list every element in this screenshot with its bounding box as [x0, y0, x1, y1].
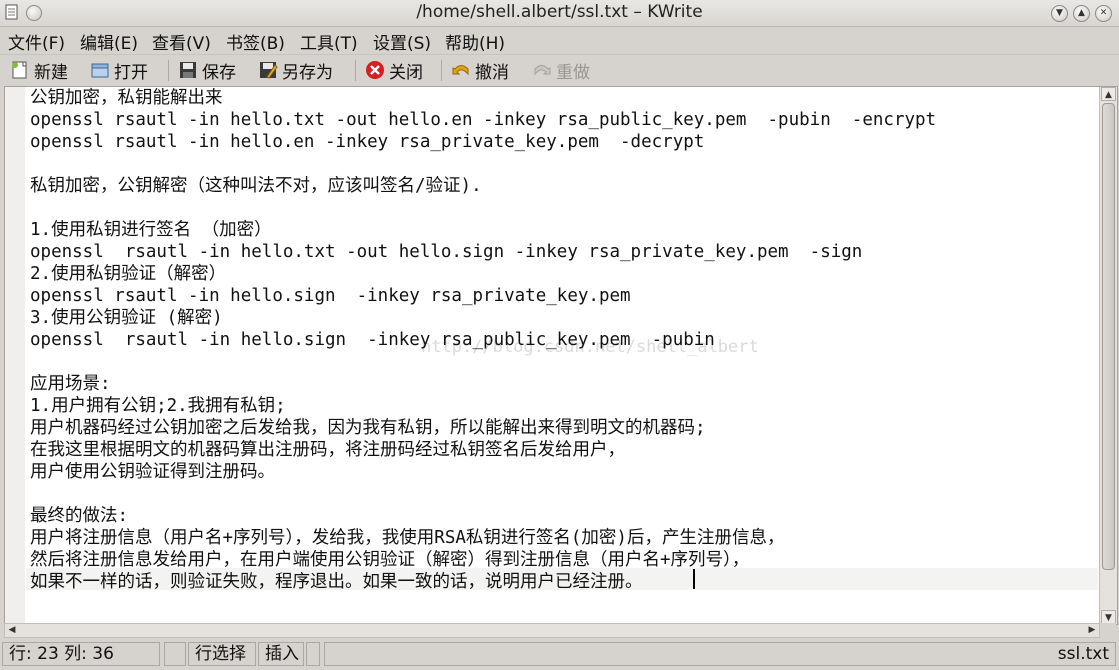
- status-bar: 行: 23 列: 36 行选择 插入 ssl.txt: [0, 640, 1119, 670]
- save-as-icon: [260, 62, 278, 79]
- redo-icon: [534, 65, 551, 76]
- toolbar-separator: [355, 60, 356, 81]
- cursor-position: 行: 23 列: 36: [2, 642, 160, 666]
- text-caret: [693, 569, 695, 589]
- window-title: /home/shell.albert/ssl.txt – KWrite: [416, 2, 703, 22]
- open-folder-icon: [91, 63, 109, 78]
- scroll-right-arrow-icon[interactable]: ▶: [1085, 624, 1099, 637]
- insert-mode[interactable]: 插入: [258, 642, 304, 666]
- menu-view[interactable]: 查看(V): [152, 29, 211, 54]
- text-line[interactable]: openssl rsautl -in hello.sign -inkey rsa…: [30, 329, 715, 351]
- minimize-button[interactable]: ▼: [1051, 5, 1068, 22]
- menu-help[interactable]: 帮助(H): [445, 29, 505, 54]
- save-button[interactable]: 保存: [178, 58, 236, 83]
- maximize-button[interactable]: ▲: [1073, 5, 1090, 22]
- redo-button[interactable]: 重做: [532, 58, 590, 83]
- text-line[interactable]: openssl rsautl -in hello.txt -out hello.…: [30, 241, 862, 263]
- menu-settings[interactable]: 设置(S): [373, 29, 431, 54]
- text-line[interactable]: openssl rsautl -in hello.en -inkey rsa_p…: [30, 131, 704, 153]
- menu-tools[interactable]: 工具(T): [300, 29, 358, 54]
- close-button[interactable]: 关闭: [365, 58, 423, 83]
- text-line[interactable]: 1.使用私钥进行签名 （加密）: [30, 219, 272, 241]
- scroll-left-arrow-icon[interactable]: ◀: [5, 624, 19, 637]
- close-icon: [366, 61, 384, 79]
- toolbar-separator: [441, 60, 442, 81]
- text-line[interactable]: 用户使用公钥验证得到注册码。: [30, 461, 275, 483]
- text-line[interactable]: 在我这里根据明文的机器码算出注册码，将注册码经过私钥签名后发给用户，: [30, 439, 625, 461]
- undo-label: 撤消: [475, 62, 509, 83]
- text-line[interactable]: 公钥加密，私钥能解出来: [30, 87, 223, 109]
- scroll-up-arrow-icon[interactable]: ▲: [1101, 87, 1116, 101]
- open-label: 打开: [114, 62, 148, 83]
- text-line[interactable]: 用户机器码经过公钥加密之后发给我，因为我有私钥，所以能解出来得到明文的机器码;: [30, 417, 706, 439]
- text-line[interactable]: 1.用户拥有公钥;2.我拥有私钥;: [30, 395, 286, 417]
- redo-label: 重做: [556, 62, 590, 83]
- menu-edit[interactable]: 编辑(E): [80, 29, 138, 54]
- save-as-button[interactable]: 另存为: [258, 58, 333, 83]
- text-line[interactable]: 然后将注册信息发给用户，在用户端使用公钥验证（解密）得到注册信息（用户名+序列号…: [30, 549, 749, 571]
- text-line[interactable]: 2.使用私钥验证（解密）: [30, 263, 226, 285]
- text-line[interactable]: 3.使用公钥验证 (解密): [30, 307, 223, 329]
- title-bar[interactable]: /home/shell.albert/ssl.txt – KWrite ▼ ▲ …: [0, 0, 1119, 27]
- text-line[interactable]: 应用场景:: [30, 373, 111, 395]
- horizontal-scrollbar[interactable]: ◀ ▶: [4, 623, 1100, 638]
- vertical-scroll-thumb[interactable]: [1102, 103, 1115, 570]
- editor-frame: http://blog.csdn.net/shell_albert 公钥加密，私…: [4, 86, 1118, 625]
- save-as-label: 另存为: [282, 62, 333, 83]
- undo-icon: [452, 65, 469, 76]
- vertical-scrollbar[interactable]: ▲ ▼: [1099, 87, 1117, 624]
- close-window-button[interactable]: ✕: [1095, 5, 1112, 22]
- save-label: 保存: [202, 62, 236, 83]
- text-line[interactable]: 如果不一样的话，则验证失败，程序退出。如果一致的话，说明用户已经注册。: [30, 571, 643, 593]
- new-document-icon: [12, 61, 27, 79]
- menu-bar: 文件(F) 编辑(E) 查看(V) 书签(B) 工具(T) 设置(S) 帮助(H…: [0, 27, 1119, 54]
- text-line[interactable]: openssl rsautl -in hello.txt -out hello.…: [30, 109, 936, 131]
- editor-gutter[interactable]: [5, 87, 25, 624]
- open-button[interactable]: 打开: [90, 58, 148, 83]
- status-filename: ssl.txt: [324, 642, 1116, 666]
- text-line[interactable]: 用户将注册信息（用户名+序列号），发给我，我使用RSA私钥进行签名(加密)后，产…: [30, 527, 784, 549]
- toolbar-separator: [168, 60, 169, 81]
- status-spacer: [306, 642, 320, 666]
- text-editor[interactable]: http://blog.csdn.net/shell_albert 公钥加密，私…: [26, 87, 1098, 624]
- menu-bookmarks[interactable]: 书签(B): [226, 29, 285, 54]
- scroll-down-arrow-icon[interactable]: ▼: [1101, 610, 1116, 624]
- text-line[interactable]: 最终的做法:: [30, 505, 128, 527]
- new-label: 新建: [34, 62, 68, 83]
- menu-file[interactable]: 文件(F): [8, 29, 65, 54]
- undo-button[interactable]: 撤消: [451, 58, 509, 83]
- new-button[interactable]: 新建: [10, 58, 68, 83]
- toolbar: 新建 打开 保存 另存为 关闭 撤消 重做: [0, 54, 1119, 86]
- text-line[interactable]: openssl rsautl -in hello.sign -inkey rsa…: [30, 285, 631, 307]
- text-line[interactable]: 私钥加密，公钥解密（这种叫法不对，应该叫签名/验证).: [30, 175, 482, 197]
- line-selection-mode[interactable]: 行选择: [188, 642, 256, 666]
- modified-indicator: [164, 642, 186, 666]
- close-label: 关闭: [389, 62, 423, 83]
- save-icon: [180, 62, 196, 78]
- scrollbar-corner: [1100, 623, 1116, 638]
